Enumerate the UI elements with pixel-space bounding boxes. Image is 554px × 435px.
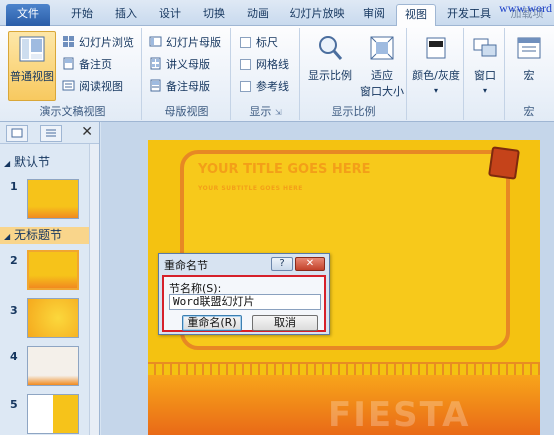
fit-to-window-icon [370,36,394,60]
macro-icon [517,37,541,59]
handout-master-button[interactable]: 讲义母版 [149,56,210,74]
slides-pane: ✕ ◢ 默认节 1 ◢ 无标题节 2 3 4 5 [0,122,100,435]
group-show: 标尺 网格线 参考线 显示 ⇲ [232,28,300,120]
close-pane-icon[interactable]: ✕ [81,124,93,140]
tab-view[interactable]: 视图 [396,4,436,26]
window-label: 窗口 [474,69,496,82]
tab-slideshow[interactable]: 幻灯片放映 [282,4,352,26]
slide-thumbnail-5[interactable] [27,394,79,434]
gridlines-checkbox[interactable]: 网格线 [240,56,289,74]
tab-insert[interactable]: 插入 [106,4,146,26]
slide-master-button[interactable]: 幻灯片母版 [149,34,221,52]
zoom-button[interactable]: 显示比例 [303,31,357,101]
notes-page-icon [63,57,74,70]
group-window: 窗口 ▾ [465,28,505,120]
tab-developer[interactable]: 开发工具 [440,4,498,26]
gridlines-check-box[interactable] [240,59,251,70]
ruler-check-box[interactable] [240,37,251,48]
rename-section-dialog: 重命名节 ? ✕ 节名称(S): Word联盟幻灯片 重命名(R) 取消 [158,253,330,335]
fit-line2: 窗口大小 [360,85,404,98]
slide-thumbnail-4[interactable] [27,346,79,386]
tab-home[interactable]: 开始 [62,4,102,26]
slide-title[interactable]: YOUR TITLE GOES HERE [198,162,371,177]
normal-view-label: 普通视图 [10,70,54,83]
window-button[interactable]: 窗口 ▾ [467,31,503,101]
notes-master-icon [150,79,161,92]
collapse-arrow-icon[interactable]: ◢ [4,232,10,241]
color-grayscale-label: 颜色/灰度 [412,69,460,82]
slide-sorter-icon [63,36,74,47]
section-header-untitled[interactable]: ◢ 无标题节 [0,227,90,244]
section-header-default[interactable]: ◢ 默认节 [0,154,90,171]
slides-pane-tabs: ✕ [0,122,99,144]
outline-tab-icon [46,129,56,137]
slide-number: 3 [10,304,18,317]
dialog-body: 节名称(S): Word联盟幻灯片 重命名(R) 取消 [162,275,326,332]
ribbon: 普通视图 幻灯片浏览 备注页 阅读视图 演示文稿视图 幻灯片母版 讲义母版 备注… [0,26,554,122]
fiesta-badge-icon [488,146,520,180]
macros-button[interactable]: 宏 [510,31,548,101]
slides-tab[interactable] [6,125,28,142]
rename-button[interactable]: 重命名(R) [182,315,242,331]
reading-view-button[interactable]: 阅读视图 [62,78,123,96]
window-dropdown-icon: ▾ [482,86,487,95]
magnifier-icon [319,36,343,60]
normal-view-icon [19,36,45,62]
notes-page-button[interactable]: 备注页 [62,56,112,74]
close-button[interactable]: ✕ [295,257,325,271]
group-label-presentation-views: 演示文稿视图 [39,105,106,118]
handout-master-icon [150,57,161,70]
fit-to-window-button[interactable]: 适应 窗口大小 [359,31,405,101]
group-macros: 宏 宏 [506,28,552,120]
color-grayscale-button[interactable]: 颜色/灰度 ▾ [410,31,462,101]
slide-sorter-button[interactable]: 幻灯片浏览 [62,34,134,52]
zoom-label: 显示比例 [308,69,352,82]
dialog-launcher-icon[interactable]: ⇲ [275,108,282,117]
tab-review[interactable]: 审阅 [356,4,392,26]
window-icon [473,38,497,57]
group-presentation-views: 普通视图 幻灯片浏览 备注页 阅读视图 演示文稿视图 [4,28,142,120]
ruler-checkbox[interactable]: 标尺 [240,34,278,52]
fit-line1: 适应 [371,69,393,82]
group-master-views: 幻灯片母版 讲义母版 备注母版 母版视图 [143,28,231,120]
group-label-master-views: 母版视图 [164,105,209,118]
slide-master-icon [149,36,162,47]
reading-view-icon [62,80,75,91]
guides-checkbox[interactable]: 参考线 [240,78,289,96]
tab-design[interactable]: 设计 [150,4,190,26]
guides-check-box[interactable] [240,81,251,92]
dialog-title: 重命名节 [164,259,208,272]
group-label-show: 显示 ⇲ [249,105,282,118]
slide-thumbnail-1[interactable] [27,179,79,219]
slide-number: 5 [10,398,18,411]
color-dropdown-icon: ▾ [433,86,438,95]
tab-animations[interactable]: 动画 [238,4,278,26]
slide-thumbnail-3[interactable] [27,298,79,338]
group-color: 颜色/灰度 ▾ [408,28,464,120]
slide-number: 2 [10,254,18,267]
help-button[interactable]: ? [271,257,293,271]
section-name-input[interactable]: Word联盟幻灯片 [169,294,321,310]
color-grayscale-icon [426,37,446,59]
slide-watermark-text: FIESTA [328,395,471,435]
slide-number: 1 [10,180,18,193]
group-zoom: 显示比例 适应 窗口大小 显示比例 [301,28,407,120]
site-watermark: www.word [499,1,552,15]
outline-tab[interactable] [40,125,62,142]
tab-file[interactable]: 文件 [6,4,50,26]
collapse-arrow-icon[interactable]: ◢ [4,159,10,168]
slides-tab-icon [11,128,23,138]
slide-subtitle[interactable]: YOUR SUBTITLE GOES HERE [198,185,303,192]
cancel-button[interactable]: 取消 [252,315,318,331]
macros-label: 宏 [523,69,535,82]
ribbon-tab-bar: 文件 开始 插入 设计 切换 动画 幻灯片放映 审阅 视图 开发工具 加载项 w… [0,0,554,26]
group-label-macros: 宏 [523,105,535,118]
group-label-zoom: 显示比例 [331,105,376,118]
slides-pane-scrollbar[interactable] [89,144,99,435]
slide-number: 4 [10,350,18,363]
normal-view-button[interactable]: 普通视图 [8,31,56,101]
tab-transitions[interactable]: 切换 [194,4,234,26]
slide-thumbnail-2[interactable] [27,250,79,290]
notes-master-button[interactable]: 备注母版 [149,78,210,96]
